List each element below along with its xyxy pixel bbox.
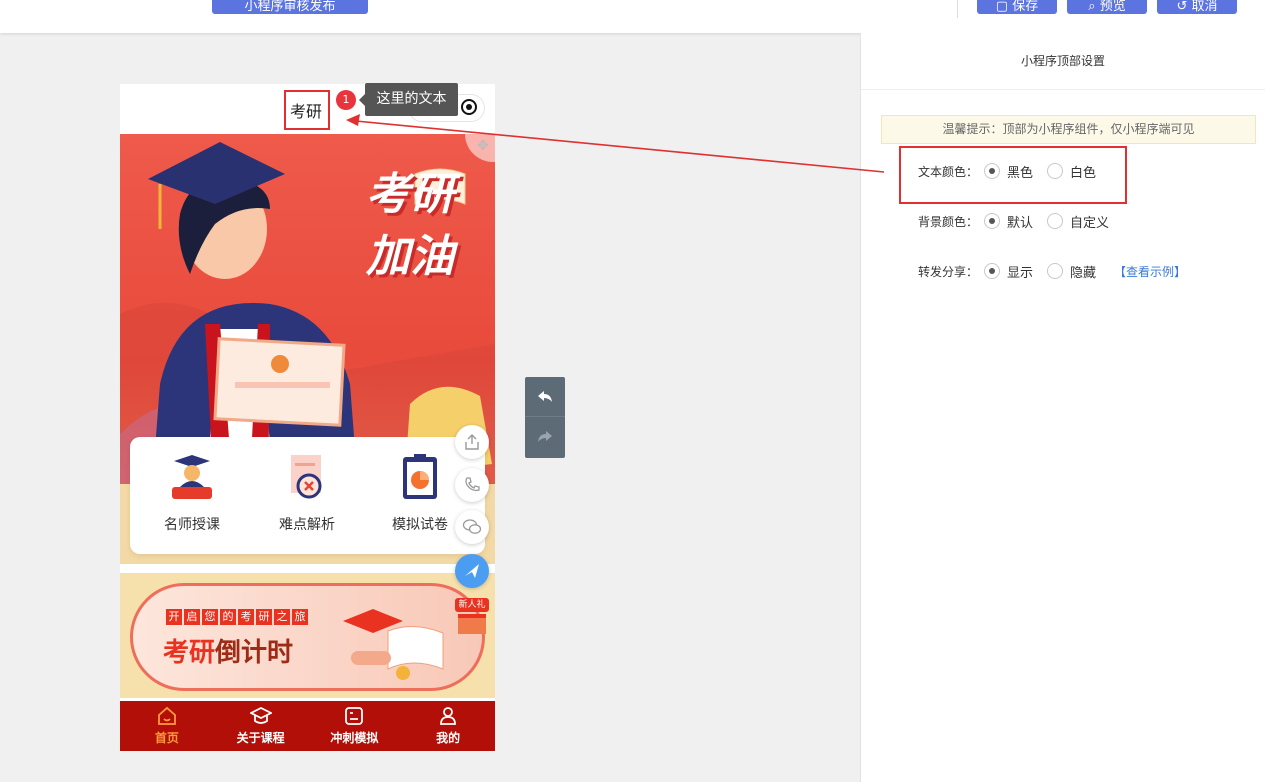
tagline-char: 旅 — [292, 609, 308, 625]
redo-button[interactable] — [525, 417, 565, 457]
search-icon: ⌕ — [1088, 0, 1100, 14]
phone-call-icon — [465, 477, 480, 492]
view-example-link[interactable]: 【查看示例】 — [1114, 263, 1186, 280]
share-hide-radio[interactable]: 隐藏 — [1047, 262, 1096, 281]
close-target-icon — [460, 98, 477, 118]
menu-item-difficulty[interactable]: 难点解析 — [257, 453, 357, 534]
graduate-icon — [172, 455, 212, 499]
radio-circle — [1047, 213, 1064, 229]
panel-title: 小程序顶部设置 — [861, 33, 1265, 90]
share-show-radio[interactable]: 显示 — [984, 262, 1033, 281]
share-float-button[interactable] — [455, 425, 489, 459]
tab-courses[interactable]: 关于课程 — [214, 701, 308, 751]
undo-redo-panel — [525, 377, 565, 458]
phone-preview: 考研 ••• 考研加油 — [120, 84, 495, 751]
tagline-char: 开 — [166, 609, 182, 625]
user-icon — [440, 707, 457, 725]
annotation-badge: 1 — [336, 90, 356, 110]
title-highlight — [284, 90, 330, 130]
phone-float-button[interactable] — [455, 468, 489, 502]
gift-badge[interactable]: 新人礼 — [455, 598, 489, 638]
menu-item-teachers[interactable]: 名师授课 — [142, 453, 242, 534]
banner-title: 考研加油 — [366, 169, 454, 282]
share-label: 转发分享： — [918, 264, 979, 279]
bg-color-custom-radio[interactable]: 自定义 — [1047, 212, 1109, 231]
tagline-char: 考 — [238, 609, 254, 625]
promo-headline: 考研倒计时 — [163, 632, 293, 669]
tab-home[interactable]: 首页 — [120, 701, 214, 751]
tab-label: 首页 — [154, 731, 179, 745]
clipboard-icon — [403, 454, 437, 499]
save-icon: ▢ — [995, 0, 1013, 14]
wechat-float-button[interactable] — [455, 510, 489, 544]
mortarboard-icon — [249, 706, 272, 724]
tab-label: 冲刺模拟 — [330, 731, 379, 745]
tagline-char: 的 — [220, 609, 236, 625]
undo-arrow-icon — [538, 390, 552, 402]
menu-item-label: 难点解析 — [279, 517, 335, 533]
headline-a: 考研 — [163, 638, 216, 668]
cancel-button[interactable]: ↺ 取消 — [1157, 0, 1237, 14]
quick-menu-card: 名师授课 难点解析 模拟试卷 — [130, 437, 485, 554]
radio-circle — [1047, 263, 1064, 279]
share-icon — [465, 434, 479, 450]
menu-item-label: 名师授课 — [164, 517, 220, 533]
service-float-button[interactable] — [455, 554, 489, 588]
publish-button[interactable]: 小程序审核发布 — [212, 0, 368, 14]
tab-mine[interactable]: 我的 — [401, 701, 495, 751]
gift-label: 新人礼 — [455, 598, 489, 612]
save-label: 保存 — [1012, 0, 1039, 14]
save-button[interactable]: ▢ 保存 — [977, 0, 1057, 14]
tagline-char: 之 — [274, 609, 290, 625]
document-search-icon — [291, 455, 322, 499]
tab-label: 我的 — [436, 731, 461, 745]
toolbar-divider — [957, 0, 958, 18]
radio-label: 隐藏 — [1070, 265, 1097, 281]
promo-pill: 开 启 您 的 考 研 之 旅 考研倒计时 新人礼 — [130, 583, 489, 691]
preview-label: 预览 — [1099, 0, 1126, 14]
promo-tagline: 开 启 您 的 考 研 之 旅 — [166, 609, 308, 625]
tagline-char: 研 — [256, 609, 272, 625]
undo-icon: ↺ — [1176, 0, 1192, 14]
text-color-highlight — [899, 146, 1127, 204]
gift-icon — [458, 614, 486, 634]
radio-label: 默认 — [1007, 215, 1034, 231]
tagline-char: 启 — [184, 609, 200, 625]
radio-circle — [984, 213, 1000, 229]
bg-color-label: 背景颜色： — [918, 214, 979, 229]
paper-plane-icon — [465, 564, 479, 578]
panel-tip: 温馨提示：顶部为小程序组件，仅小程序端可见 — [881, 115, 1256, 144]
headline-b: 倒计时 — [215, 638, 294, 668]
annotation-tooltip: 这里的文本 — [359, 83, 458, 116]
tagline-char: 您 — [202, 609, 218, 625]
share-row: 转发分享： 显示 隐藏 【查看示例】 — [918, 261, 1186, 281]
radio-label: 显示 — [1007, 265, 1034, 281]
radio-circle — [984, 263, 1000, 279]
promo-illustration — [343, 609, 444, 680]
bg-color-default-radio[interactable]: 默认 — [984, 212, 1033, 231]
home-icon — [157, 706, 176, 725]
tab-sprint[interactable]: 冲刺模拟 — [308, 701, 402, 751]
cancel-label: 取消 — [1191, 0, 1218, 14]
tab-bar: 首页 关于课程 冲刺模拟 我的 — [120, 701, 495, 751]
top-toolbar: 小程序审核发布 ▢ 保存 ⌕ 预览 ↺ 取消 — [0, 0, 1265, 33]
practice-icon — [345, 707, 364, 725]
tab-label: 关于课程 — [236, 731, 285, 745]
wechat-icon — [462, 519, 482, 534]
undo-button[interactable] — [525, 377, 565, 417]
radio-label: 自定义 — [1070, 215, 1110, 231]
preview-button[interactable]: ⌕ 预览 — [1067, 0, 1147, 14]
redo-arrow-icon — [538, 431, 552, 442]
promo-banner[interactable]: 开 启 您 的 考 研 之 旅 考研倒计时 新人礼 — [120, 573, 495, 698]
bg-color-row: 背景颜色： 默认 自定义 — [918, 211, 1123, 231]
